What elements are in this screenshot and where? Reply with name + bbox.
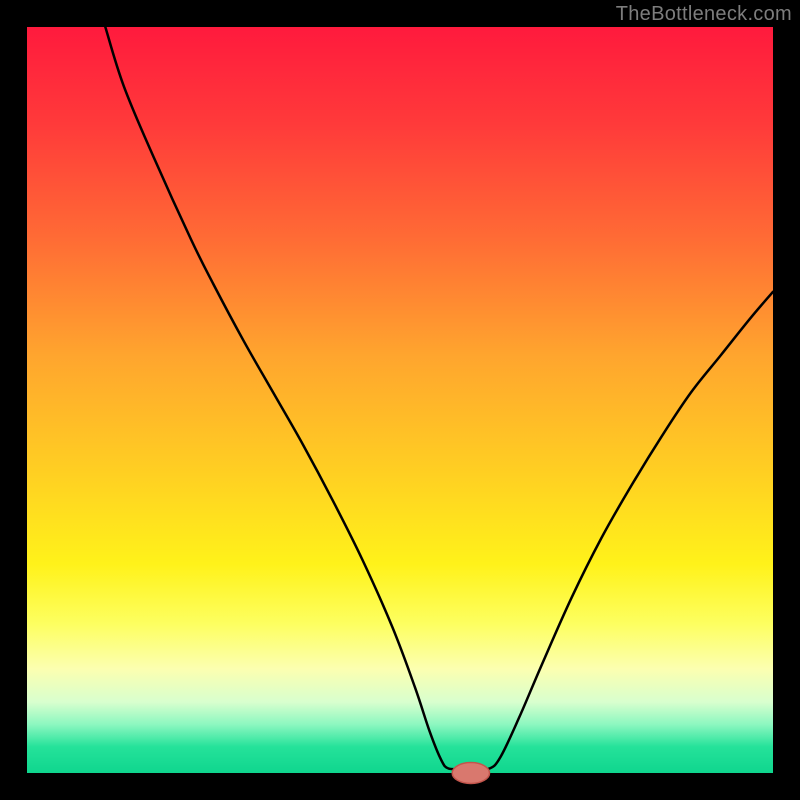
plot-background	[27, 27, 773, 773]
chart-frame: TheBottleneck.com	[0, 0, 800, 800]
optimal-marker	[452, 763, 489, 784]
bottleneck-chart	[0, 0, 800, 800]
watermark-text: TheBottleneck.com	[616, 3, 792, 26]
